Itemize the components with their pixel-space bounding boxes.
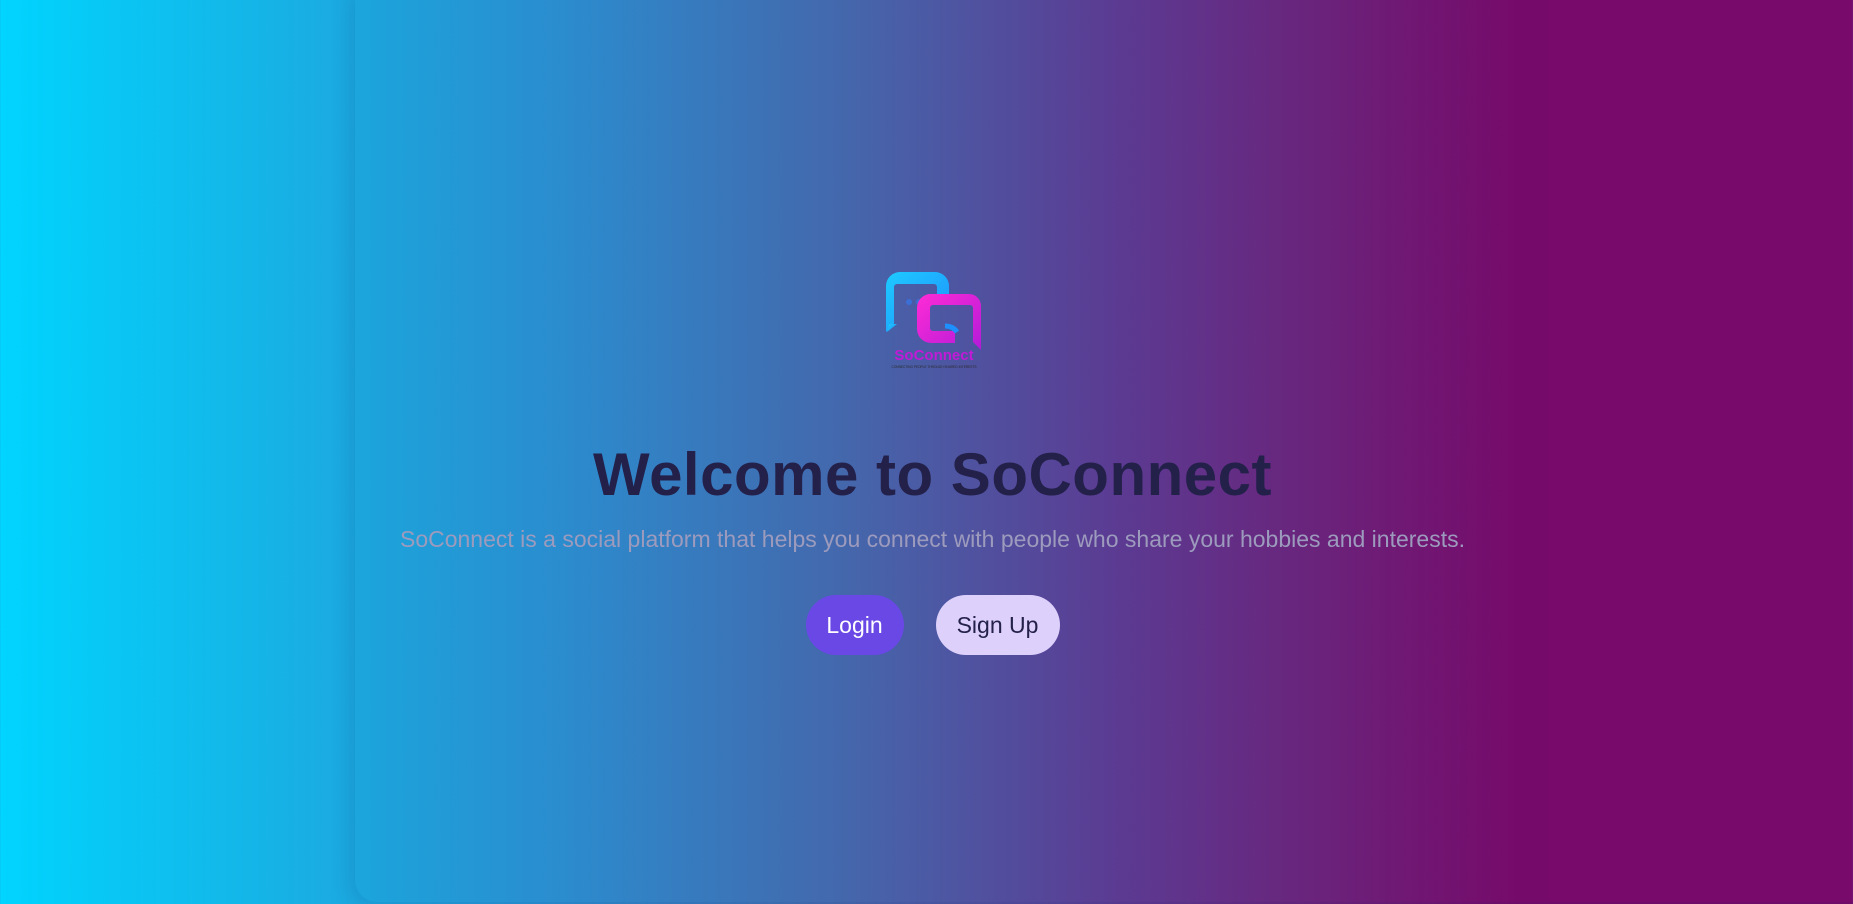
login-button[interactable]: Login — [805, 595, 904, 655]
soconnect-logo: SoConnect CONNECTING PEOPLE THROUGH SHAR… — [886, 272, 981, 369]
hero-section: SoConnect CONNECTING PEOPLE THROUGH SHAR… — [355, 0, 1510, 904]
logo-tagline: CONNECTING PEOPLE THROUGH SHARED INTERES… — [892, 365, 977, 369]
sign-up-button[interactable]: Sign Up — [935, 595, 1060, 655]
logo-brand-text: SoConnect — [894, 347, 973, 364]
auth-actions: Login Sign Up — [355, 595, 1510, 655]
page-title: Welcome to SoConnect — [593, 441, 1272, 508]
page-subtitle: SoConnect is a social platform that help… — [399, 526, 1465, 552]
